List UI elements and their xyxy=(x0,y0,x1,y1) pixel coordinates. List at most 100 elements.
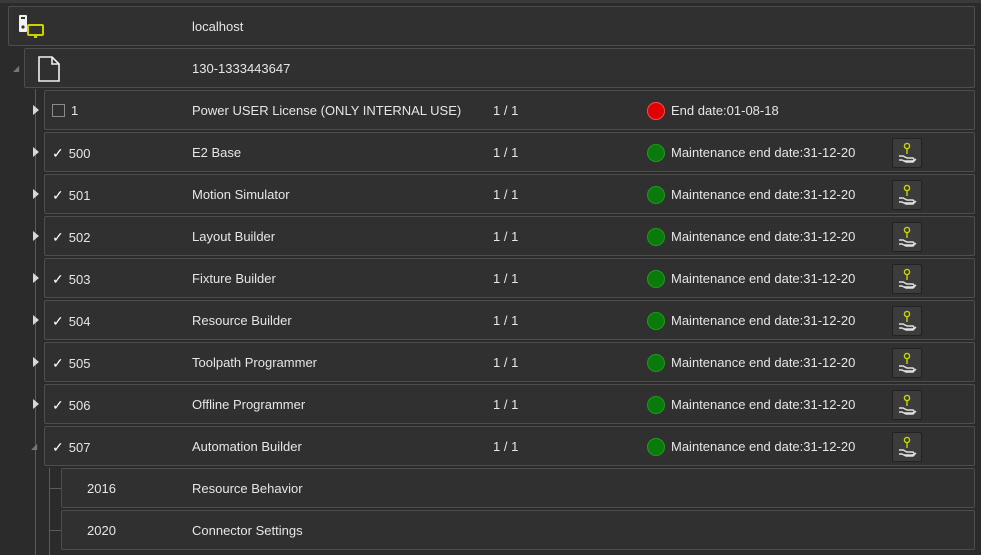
top-border xyxy=(0,0,981,3)
module-action-button[interactable] xyxy=(892,348,922,378)
expand-arrow-icon[interactable] xyxy=(33,189,39,199)
submodule-name: Resource Behavior xyxy=(192,481,303,496)
status-green-dot-icon xyxy=(647,353,665,372)
tree-line xyxy=(49,468,50,555)
checkmark-icon[interactable]: ✓ xyxy=(52,229,64,245)
module-id-cell: ✓ 507 xyxy=(52,427,90,467)
status-text: Maintenance end date:31-12-20 xyxy=(671,229,856,244)
status-green-dot-icon xyxy=(647,269,665,288)
module-id: 505 xyxy=(68,356,91,371)
checkmark-icon[interactable]: ✓ xyxy=(52,271,64,287)
license-id: 130-1333443647 xyxy=(192,61,291,76)
license-row[interactable]: 130-1333443647 xyxy=(24,48,975,88)
hand-coin-icon xyxy=(899,436,917,457)
status-green-dot-icon xyxy=(647,395,665,414)
module-row[interactable]: ✓ 502 Layout Builder 1 / 1 Maintenance end d… xyxy=(44,216,975,256)
module-action-button[interactable] xyxy=(892,138,922,168)
module-count: 1 / 1 xyxy=(493,355,519,370)
module-row[interactable]: ✓ 503 Fixture Builder 1 / 1 Maintenance end … xyxy=(44,258,975,298)
module-id: 501 xyxy=(68,188,91,203)
host-label: localhost xyxy=(192,19,244,34)
module-id-cell: ✓ 501 xyxy=(52,175,90,215)
module-name: Power USER License (ONLY INTERNAL USE) xyxy=(192,103,462,118)
status-green-dot-icon xyxy=(647,143,665,162)
submodule-id: 2016 xyxy=(87,481,116,496)
module-action-button[interactable] xyxy=(892,306,922,336)
module-row[interactable]: ✓ 501 Motion Simulator 1 / 1 Maintenance end… xyxy=(44,174,975,214)
submodule-row[interactable]: 2016 Resource Behavior xyxy=(61,468,975,508)
submodule-id: 2020 xyxy=(87,523,116,538)
module-id-cell: ✓ 500 xyxy=(52,133,90,173)
module-row[interactable]: ✓ 500 E2 Base 1 / 1 Maintenance end date:31-… xyxy=(44,132,975,172)
hand-coin-icon xyxy=(899,310,917,331)
module-action-button[interactable] xyxy=(892,432,922,462)
module-name: Toolpath Programmer xyxy=(192,355,317,370)
module-id: 506 xyxy=(68,398,91,413)
submodule-row[interactable]: 2020 Connector Settings xyxy=(61,510,975,550)
module-count: 1 / 1 xyxy=(493,439,519,454)
checkmark-icon[interactable]: ✓ xyxy=(52,439,64,455)
expand-arrow-icon[interactable] xyxy=(33,273,39,283)
module-id-cell: 1 xyxy=(52,91,78,131)
host-row[interactable]: localhost xyxy=(8,6,975,46)
status-text: Maintenance end date:31-12-20 xyxy=(671,187,856,202)
module-name: E2 Base xyxy=(192,145,242,160)
module-name: Resource Builder xyxy=(192,313,292,328)
module-id-cell: ✓ 503 xyxy=(52,259,90,299)
expand-arrow-icon[interactable] xyxy=(33,105,39,115)
expand-arrow-icon[interactable] xyxy=(33,399,39,409)
collapse-toggle[interactable]: ◢ xyxy=(31,442,37,451)
checkmark-icon[interactable]: ✓ xyxy=(52,313,64,329)
status-text: Maintenance end date:31-12-20 xyxy=(671,145,856,160)
module-id: 504 xyxy=(68,314,91,329)
module-count: 1 / 1 xyxy=(493,397,519,412)
module-action-button[interactable] xyxy=(892,222,922,252)
checkmark-icon[interactable]: ✓ xyxy=(52,187,64,203)
expand-arrow-icon[interactable] xyxy=(33,147,39,157)
status-text: End date:01-08-18 xyxy=(671,103,779,118)
tree-line xyxy=(49,530,61,531)
module-count: 1 / 1 xyxy=(493,271,519,286)
checkbox[interactable] xyxy=(52,104,65,118)
module-status: Maintenance end date:31-12-20 xyxy=(647,259,855,299)
collapse-toggle[interactable]: ◢ xyxy=(13,64,19,73)
checkmark-icon[interactable]: ✓ xyxy=(52,397,64,413)
status-green-dot-icon xyxy=(647,311,665,330)
module-name: Layout Builder xyxy=(192,229,276,244)
module-action-button[interactable] xyxy=(892,390,922,420)
module-name: Fixture Builder xyxy=(192,271,276,286)
module-id: 503 xyxy=(68,272,91,287)
status-green-dot-icon xyxy=(647,227,665,246)
module-status: Maintenance end date:31-12-20 xyxy=(647,301,855,341)
module-count: 1 / 1 xyxy=(493,187,519,202)
expand-arrow-icon[interactable] xyxy=(33,231,39,241)
hand-coin-icon xyxy=(899,268,917,289)
module-action-button[interactable] xyxy=(892,180,922,210)
module-count: 1 / 1 xyxy=(493,145,519,160)
module-row[interactable]: ✓ 506 Offline Programmer 1 / 1 Maintenance e… xyxy=(44,384,975,424)
checkmark-icon[interactable]: ✓ xyxy=(52,355,64,371)
status-green-dot-icon xyxy=(647,185,665,204)
submodule-name: Connector Settings xyxy=(192,523,303,538)
expand-arrow-icon[interactable] xyxy=(33,357,39,367)
hand-coin-icon xyxy=(899,184,917,205)
expand-arrow-icon[interactable] xyxy=(33,315,39,325)
module-row[interactable]: ✓ 505 Toolpath Programmer 1 / 1 Maintenance … xyxy=(44,342,975,382)
module-count: 1 / 1 xyxy=(493,103,519,118)
module-id-cell: ✓ 506 xyxy=(52,385,90,425)
hand-coin-icon xyxy=(899,226,917,247)
status-red-dot-icon xyxy=(647,101,665,120)
module-action-button[interactable] xyxy=(892,264,922,294)
module-id: 502 xyxy=(68,230,91,245)
hand-coin-icon xyxy=(899,394,917,415)
module-row[interactable]: ✓ 507 Automation Builder 1 / 1 Maintenance e… xyxy=(44,426,975,466)
module-row[interactable]: ✓ 504 Resource Builder 1 / 1 Maintenance end… xyxy=(44,300,975,340)
module-status: Maintenance end date:31-12-20 xyxy=(647,427,855,467)
module-row[interactable]: 1 Power USER License (ONLY INTERNAL USE) 1… xyxy=(44,90,975,130)
tree-line xyxy=(49,488,61,489)
module-status: Maintenance end date:31-12-20 xyxy=(647,385,855,425)
module-id: 500 xyxy=(68,146,91,161)
document-icon xyxy=(38,56,60,85)
checkmark-icon[interactable]: ✓ xyxy=(52,145,64,161)
module-status: End date:01-08-18 xyxy=(647,91,779,131)
